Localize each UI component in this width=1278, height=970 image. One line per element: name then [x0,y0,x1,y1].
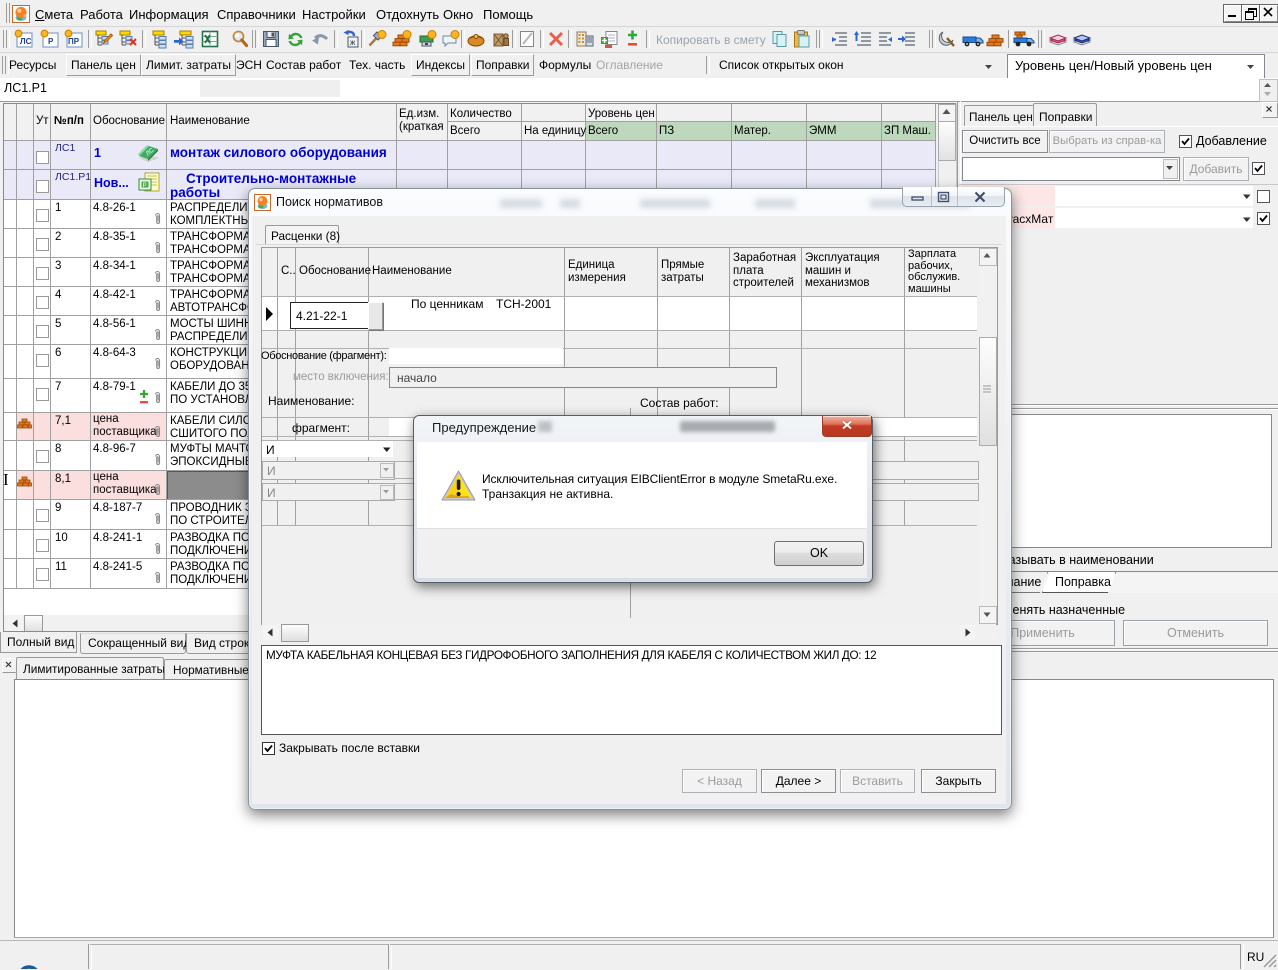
svg-text:P: P [143,183,147,189]
svg-text:Р: Р [48,37,54,46]
svg-text:ПР: ПР [68,37,80,46]
svg-text:ж: ж [350,38,356,47]
svg-text:ЛС: ЛС [20,37,32,46]
